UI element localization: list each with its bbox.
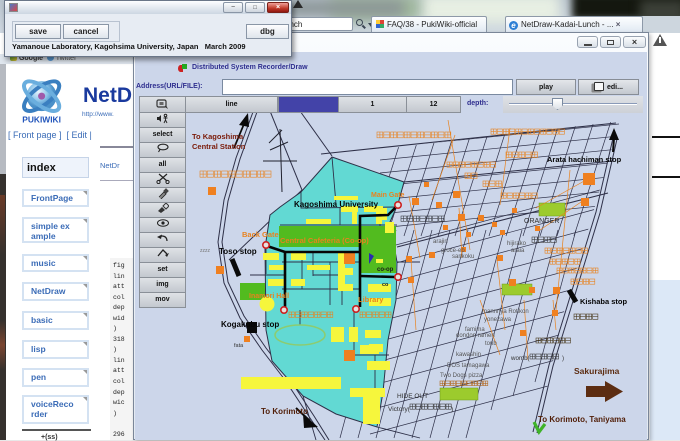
svg-text:fata: fata — [234, 343, 244, 349]
svg-text:kawashin: kawashin — [456, 352, 481, 358]
svg-text:Central Cafeteria (Co-op): Central Cafeteria (Co-op) — [280, 236, 369, 245]
svg-text:Kagoshima University: Kagoshima University — [294, 200, 379, 209]
svg-text:Inamori Hall: Inamori Hall — [249, 293, 289, 300]
svg-text:Sakurajima: Sakurajima — [574, 366, 620, 376]
svg-text:Arata hachiman stop: Arata hachiman stop — [547, 155, 622, 164]
svg-text:Kogakubu stop: Kogakubu stop — [221, 320, 279, 329]
svg-text:sankoku: sankoku — [452, 254, 474, 260]
svg-text:Two Dogs pizza: Two Dogs pizza — [440, 373, 483, 379]
svg-text:): ) — [562, 355, 564, 362]
svg-text:): ) — [451, 406, 453, 413]
svg-text:tonb: tonb — [485, 341, 497, 347]
svg-text:Toso stop: Toso stop — [219, 247, 257, 256]
svg-text:To Korimoto: To Korimoto — [261, 407, 308, 416]
svg-text:womb(: womb( — [510, 355, 531, 362]
svg-text:Central Station: Central Station — [192, 142, 246, 151]
svg-text:Victory(: Victory( — [388, 406, 411, 413]
svg-text:PUKIWIKI: PUKIWIKI — [22, 115, 61, 125]
svg-text:mannriya Rotikon: mannriya Rotikon — [482, 309, 529, 315]
svg-text:Kishaba stop: Kishaba stop — [580, 297, 628, 306]
svg-text:HIDE OUT: HIDE OUT — [397, 393, 428, 400]
svg-text:co-op: co-op — [377, 267, 394, 273]
svg-text:To Korimoto, Taniyama: To Korimoto, Taniyama — [538, 415, 626, 424]
svg-text:arajin: arajin — [433, 239, 448, 245]
svg-text:hijirako: hijirako — [507, 241, 527, 247]
svg-text:To Kagoshima: To Kagoshima — [192, 132, 244, 141]
svg-text:DOS tamagawa: DOS tamagawa — [447, 363, 490, 369]
svg-text:araia: araia — [511, 248, 525, 254]
svg-text:dondon ramen: dondon ramen — [456, 333, 495, 339]
svg-text:zzzz: zzzz — [200, 248, 211, 254]
svg-text:Back Gate: Back Gate — [242, 230, 279, 239]
svg-text:co: co — [382, 282, 389, 288]
svg-text:yonezawa: yonezawa — [484, 317, 512, 323]
svg-text:Library: Library — [358, 295, 384, 304]
svg-text:ORANGER: ORANGER — [524, 218, 559, 225]
svg-text:Main Gate: Main Gate — [371, 192, 405, 199]
